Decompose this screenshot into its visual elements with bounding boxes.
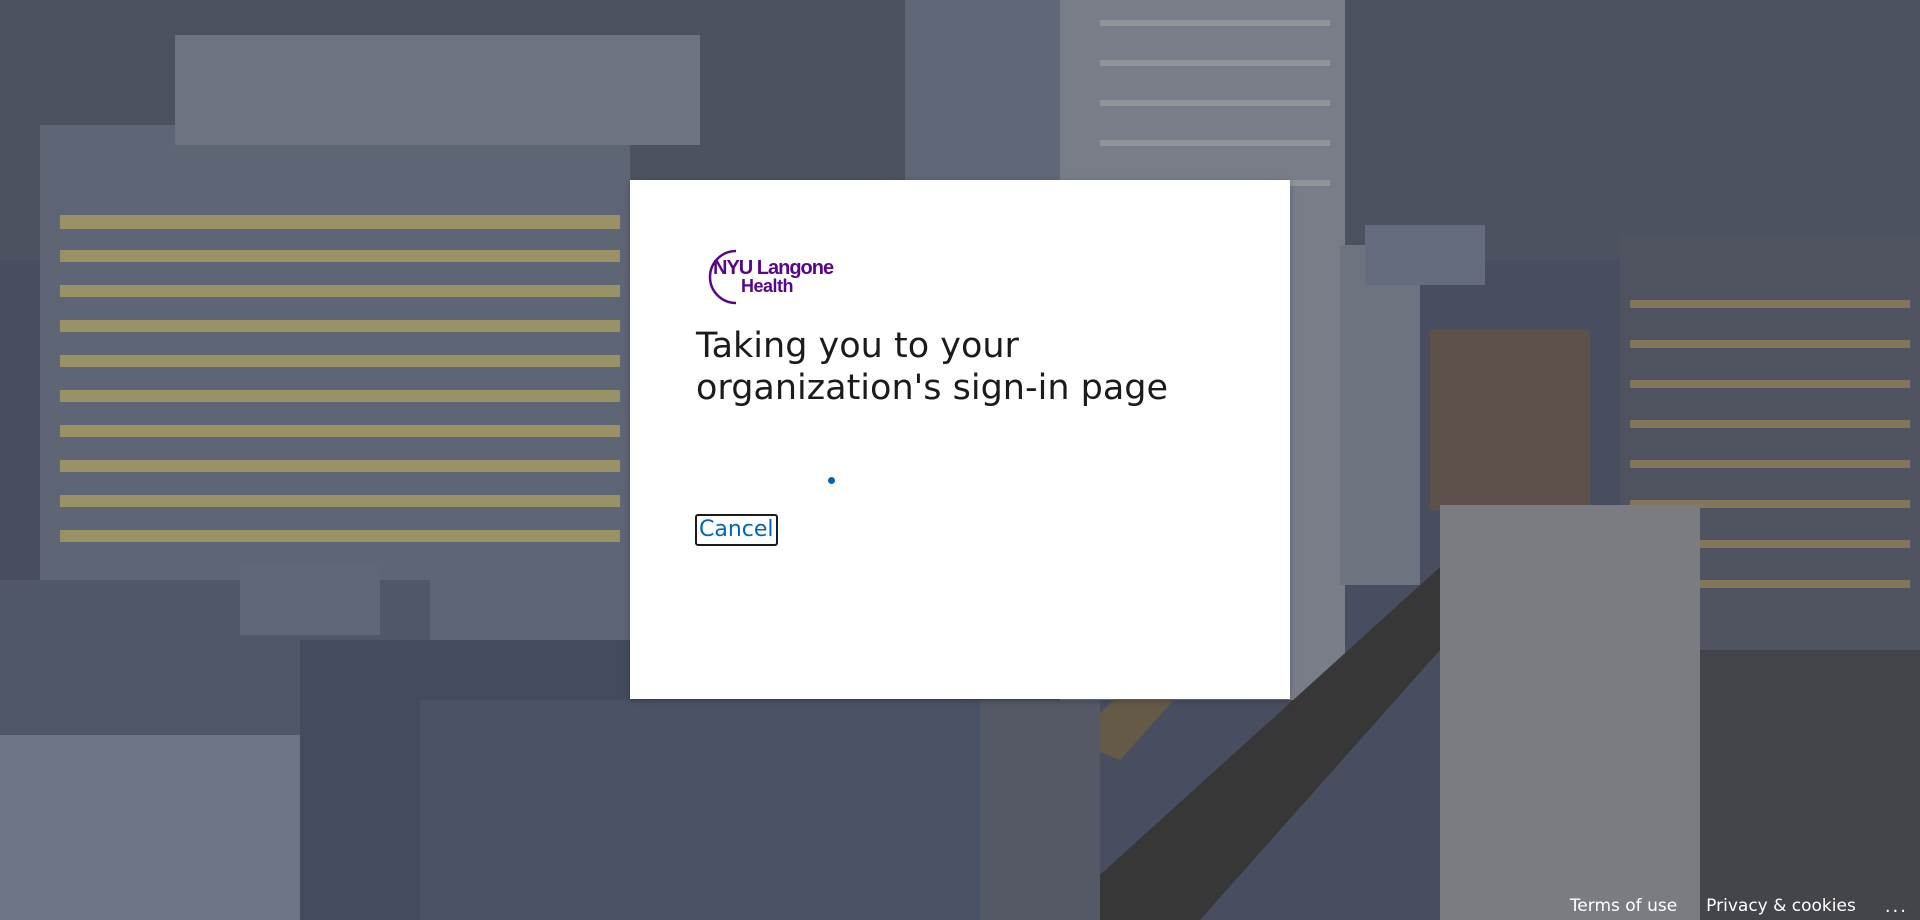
sign-in-card: NYU Langone Health Taking you to your or… bbox=[630, 180, 1290, 699]
more-options-button[interactable]: ... bbox=[1885, 896, 1908, 917]
cancel-button[interactable]: Cancel bbox=[695, 514, 778, 546]
privacy-cookies-link[interactable]: Privacy & cookies bbox=[1706, 896, 1856, 916]
progress-indicator bbox=[696, 477, 1256, 485]
nyu-langone-logo: NYU Langone Health bbox=[700, 245, 834, 305]
logo-text-line2: Health bbox=[741, 276, 794, 296]
progress-dot bbox=[828, 477, 835, 484]
terms-of-use-link[interactable]: Terms of use bbox=[1570, 896, 1677, 916]
footer: Terms of use Privacy & cookies ... bbox=[1570, 892, 1920, 920]
page-title: Taking you to your organization's sign-i… bbox=[696, 326, 1169, 408]
